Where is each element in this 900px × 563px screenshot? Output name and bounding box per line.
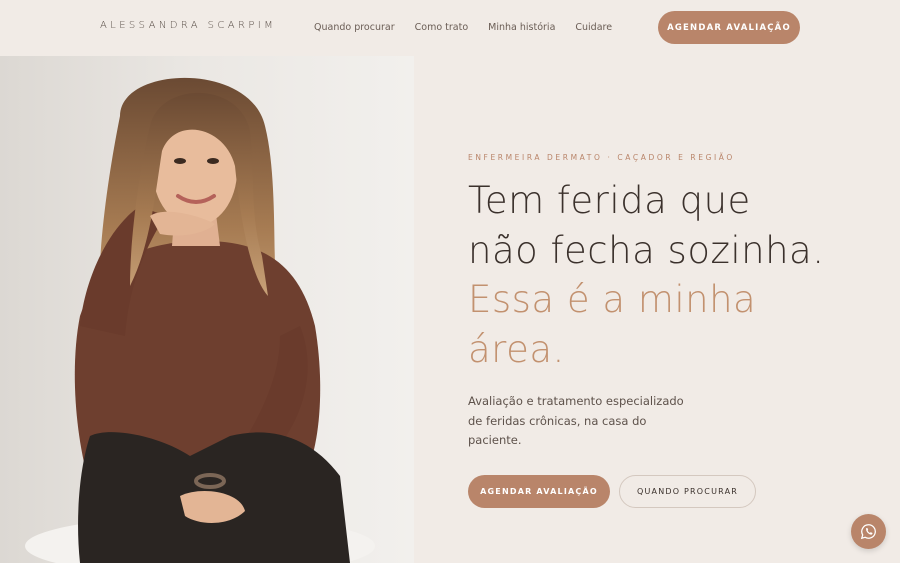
hero-when-to-seek-button[interactable]: QUANDO PROCURAR <box>619 475 756 508</box>
nav-link-quando-procurar[interactable]: Quando procurar <box>314 22 395 33</box>
nav-link-como-trato[interactable]: Como trato <box>415 22 469 33</box>
nav-link-minha-historia[interactable]: Minha história <box>488 22 555 33</box>
header-schedule-button[interactable]: AGENDAR AVALIAÇÃO <box>658 11 800 44</box>
main-nav: Quando procurar Como trato Minha históri… <box>314 22 612 33</box>
whatsapp-button[interactable] <box>851 514 886 549</box>
hero-schedule-button[interactable]: AGENDAR AVALIAÇÃO <box>468 475 610 508</box>
hero-eyebrow: ENFERMEIRA DERMATO · CAÇADOR E REGIÃO <box>468 153 735 162</box>
headline-line-2: não fecha sozinha. <box>468 228 825 272</box>
whatsapp-icon <box>860 524 876 540</box>
hero-headline: Tem ferida que não fecha sozinha. Essa é… <box>468 176 828 374</box>
nav-link-cuidare[interactable]: Cuidare <box>575 22 612 33</box>
brand-logo[interactable]: ALESSANDRA SCARPIM <box>100 20 276 31</box>
hero-subtitle: Avaliação e tratamento especializado de … <box>468 394 684 447</box>
headline-accent: Essa é a minha área. <box>468 278 757 371</box>
headline-line-1: Tem ferida que <box>468 179 751 222</box>
portrait-photo <box>0 56 414 563</box>
site-header: ALESSANDRA SCARPIM Quando procurar Como … <box>0 0 900 56</box>
